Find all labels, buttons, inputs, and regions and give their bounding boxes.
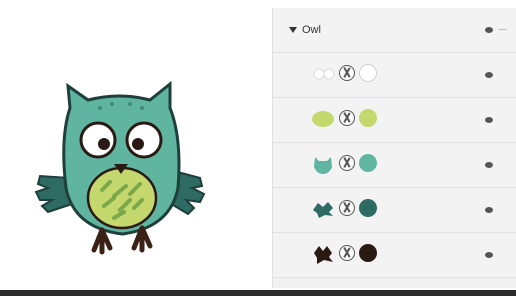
eye-icon[interactable]	[485, 207, 493, 213]
eye-icon[interactable]	[485, 117, 493, 123]
right-eye	[125, 121, 163, 159]
layer-row-belly[interactable]	[273, 98, 516, 143]
layer-row-head[interactable]	[273, 143, 516, 188]
color-swatch[interactable]	[359, 244, 377, 262]
bottom-bar	[0, 290, 516, 296]
outline-thumb-icon	[314, 246, 333, 264]
color-swatch[interactable]	[359, 109, 377, 127]
left-eye	[79, 121, 117, 159]
eye-icon[interactable]	[485, 27, 493, 33]
owl-illustration[interactable]	[30, 78, 215, 268]
caret-down-icon[interactable]	[289, 27, 297, 33]
artboard[interactable]	[0, 0, 272, 290]
layer-row-wings[interactable]	[273, 188, 516, 233]
owl-belly	[86, 166, 158, 230]
lock-dash	[499, 29, 507, 30]
layer-group-name: Owl	[302, 24, 321, 36]
wing-thumb-icon	[313, 202, 333, 218]
clipping-mask-icon[interactable]	[339, 110, 355, 126]
clipping-mask-icon[interactable]	[339, 155, 355, 171]
eye-icon[interactable]	[485, 252, 493, 258]
layer-row-outline[interactable]	[273, 233, 516, 278]
eye-icon[interactable]	[485, 162, 493, 168]
left-foot	[91, 227, 113, 255]
layers-panel: Owl	[272, 8, 516, 288]
clipping-mask-icon[interactable]	[339, 200, 355, 216]
eye-icon[interactable]	[485, 72, 493, 78]
clipping-mask-icon[interactable]	[339, 245, 355, 261]
clipping-mask-icon[interactable]	[339, 65, 355, 81]
color-swatch[interactable]	[359, 199, 377, 217]
layer-group-owl[interactable]: Owl	[273, 8, 516, 53]
highlight-thumb-icon	[313, 68, 335, 80]
head-thumb-icon	[314, 157, 332, 174]
color-swatch[interactable]	[359, 154, 377, 172]
color-swatch[interactable]	[359, 64, 377, 82]
belly-thumb-icon	[312, 111, 334, 127]
layer-row-highlight[interactable]	[273, 53, 516, 98]
